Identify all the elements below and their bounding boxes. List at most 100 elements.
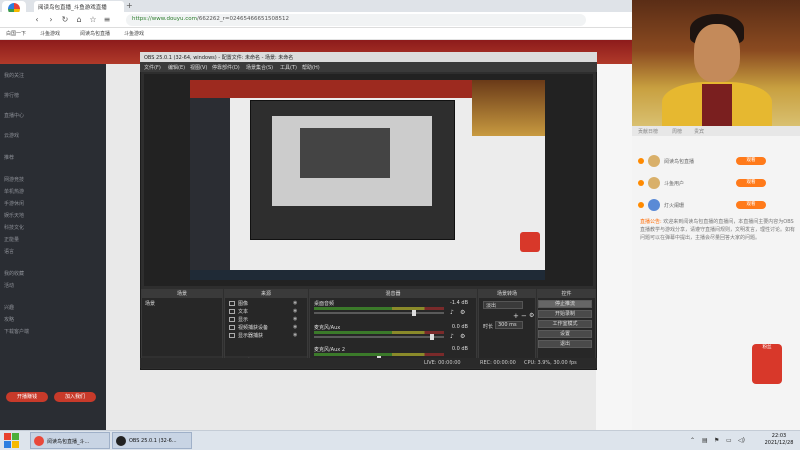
- volume-slider[interactable]: [314, 336, 444, 338]
- sidebar-item[interactable]: 科技文化: [4, 224, 24, 231]
- bookmark-item[interactable]: 斗鱼游戏: [40, 30, 60, 37]
- tray-chevron-icon[interactable]: ⌃: [690, 437, 695, 444]
- source-type-icon: [229, 301, 235, 306]
- windows-start-icon[interactable]: [4, 432, 20, 448]
- sidebar-item[interactable]: 直播中心: [4, 112, 24, 119]
- avatar[interactable]: [648, 177, 660, 189]
- obs-statusbar: LIVE: 00:00:00 REC: 00:00:00 CPU: 3.9%, …: [140, 358, 597, 368]
- ranking-button[interactable]: 观看: [736, 157, 766, 165]
- channel-name: 麦克风/Aux 2: [314, 347, 346, 353]
- speaker-icon[interactable]: ♪: [450, 333, 454, 340]
- remove-transition-icon[interactable]: −: [521, 312, 527, 320]
- studio-mode-button[interactable]: 工作室模式: [538, 320, 592, 328]
- source-item[interactable]: 显示 ◉: [229, 316, 297, 323]
- sidebar-item[interactable]: 网游竞技: [4, 176, 24, 183]
- ranking-button[interactable]: 观看: [736, 179, 766, 187]
- avatar[interactable]: [648, 199, 660, 211]
- sidebar-item[interactable]: 我的收藏: [4, 270, 24, 277]
- home-icon[interactable]: ⌂: [74, 15, 84, 25]
- sidebar-item[interactable]: 活动: [4, 282, 14, 289]
- tray-monitor-icon[interactable]: ▭: [726, 437, 732, 444]
- preview-capture-sidebar: [190, 98, 230, 270]
- sidebar-item[interactable]: 单机热游: [4, 188, 24, 195]
- sidebar-item[interactable]: 排行榜: [4, 92, 19, 99]
- taskbar-app-obs[interactable]: OBS 25.0.1 (32-6...: [112, 432, 192, 449]
- page-right-column: [596, 64, 632, 430]
- gear-icon[interactable]: ⚙: [529, 312, 534, 319]
- visibility-eye-icon[interactable]: ◉: [293, 332, 297, 338]
- bookmark-item[interactable]: 阅读鸟包直播: [80, 30, 110, 37]
- obs-menu-item[interactable]: 视图(V): [190, 64, 207, 71]
- chat-tab[interactable]: 贵宾: [694, 128, 704, 135]
- sidebar-item[interactable]: 云游戏: [4, 132, 19, 139]
- avatar[interactable]: [648, 155, 660, 167]
- join-us-pill[interactable]: 加入我们: [54, 392, 96, 402]
- chat-panel: [632, 126, 800, 430]
- tray-volume-icon[interactable]: ◁): [738, 437, 745, 444]
- taskbar-clock[interactable]: 22:03 2021/12/28: [760, 433, 798, 449]
- sidebar-item[interactable]: 下载客户端: [4, 328, 29, 335]
- taskbar-app-browser[interactable]: 阅读鸟包直播_斗...: [30, 432, 110, 449]
- chat-tab[interactable]: 周榜: [672, 128, 682, 135]
- obs-menu-item[interactable]: 场景集合(S): [246, 64, 273, 71]
- start-recording-button[interactable]: 开始录制: [538, 310, 592, 318]
- speaker-icon[interactable]: ♪: [450, 309, 454, 316]
- sidebar-item[interactable]: 我的关注: [4, 72, 24, 79]
- obs-menu-item[interactable]: 工具(T): [280, 64, 297, 71]
- obs-menu-item[interactable]: 帮助(H): [302, 64, 320, 71]
- browser-tab[interactable]: 阅读鸟包直播_斗鱼游戏直播: [34, 1, 124, 12]
- source-item[interactable]: 视频捕获设备 ◉: [229, 324, 297, 331]
- stop-streaming-button[interactable]: 停止推流: [538, 300, 592, 308]
- bookmark-item[interactable]: 斗鱼游戏: [124, 30, 144, 37]
- sidebar-item[interactable]: 兴趣: [4, 304, 14, 311]
- channel-db: 0.0 dB: [451, 346, 468, 352]
- new-tab-icon[interactable]: +: [126, 1, 136, 11]
- mixer-dock: 混音器 桌面音频 -1.4 dB ♪ ⚙ 麦克风/Aux 0.0 dB ♪ ⚙ …: [309, 289, 477, 367]
- forward-icon[interactable]: ›: [46, 15, 56, 25]
- transition-select[interactable]: 淡出: [483, 301, 523, 309]
- obs-menu-item[interactable]: 文件(F): [144, 64, 161, 71]
- scene-item[interactable]: 场景: [145, 300, 155, 307]
- start-streaming-pill[interactable]: 开播赚钱: [6, 392, 48, 402]
- source-item[interactable]: 文本 ◉: [229, 308, 297, 315]
- gear-icon[interactable]: ⚙: [460, 333, 465, 340]
- source-item[interactable]: 图像 ◉: [229, 300, 297, 307]
- gift-icon[interactable]: 粉丝: [752, 344, 782, 384]
- source-label: 文本: [238, 309, 249, 315]
- sidebar-item[interactable]: 正能量: [4, 236, 19, 243]
- bookmark-star-icon[interactable]: ☆: [88, 15, 98, 25]
- sidebar-item[interactable]: 娱乐天地: [4, 212, 24, 219]
- visibility-eye-icon[interactable]: ◉: [293, 308, 297, 314]
- obs-app-icon: [116, 436, 126, 446]
- visibility-eye-icon[interactable]: ◉: [293, 324, 297, 330]
- ranking-button[interactable]: 观看: [736, 201, 766, 209]
- visibility-eye-icon[interactable]: ◉: [293, 316, 297, 322]
- sidebar-item[interactable]: 攻略: [4, 316, 14, 323]
- bookmark-item[interactable]: 白国一下: [6, 30, 26, 37]
- chat-tab[interactable]: 贡献日榜: [638, 128, 658, 135]
- sidebar-item[interactable]: 推荐: [4, 154, 14, 161]
- obs-menu-item[interactable]: 停靠部件(D): [212, 64, 240, 71]
- sidebar-item[interactable]: 语言: [4, 248, 14, 255]
- tray-network-icon[interactable]: ▤: [702, 437, 708, 444]
- source-label: 视频捕获设备: [238, 325, 269, 331]
- volume-slider-knob[interactable]: [430, 334, 434, 340]
- settings-button[interactable]: 设置: [538, 330, 592, 338]
- volume-slider-knob[interactable]: [412, 310, 416, 316]
- source-label: 显示器捕获: [238, 333, 264, 339]
- sources-dock-title: 来源: [225, 290, 307, 298]
- exit-button[interactable]: 退出: [538, 340, 592, 348]
- menu-icon[interactable]: ≡: [102, 15, 112, 25]
- source-item[interactable]: 显示器捕获 ◉: [229, 332, 297, 339]
- reload-icon[interactable]: ↻: [60, 15, 70, 25]
- tray-flag-icon[interactable]: ⚑: [714, 437, 719, 444]
- back-icon[interactable]: ‹: [32, 15, 42, 25]
- address-bar[interactable]: https://www.douyu.com/662262_r=024654666…: [126, 14, 586, 26]
- visibility-eye-icon[interactable]: ◉: [293, 300, 297, 306]
- volume-slider[interactable]: [314, 312, 444, 314]
- add-transition-icon[interactable]: +: [513, 312, 519, 320]
- duration-field[interactable]: 300 ms: [495, 321, 523, 329]
- obs-menu-item[interactable]: 编辑(E): [168, 64, 185, 71]
- gear-icon[interactable]: ⚙: [460, 309, 465, 316]
- sidebar-item[interactable]: 手游休闲: [4, 200, 24, 207]
